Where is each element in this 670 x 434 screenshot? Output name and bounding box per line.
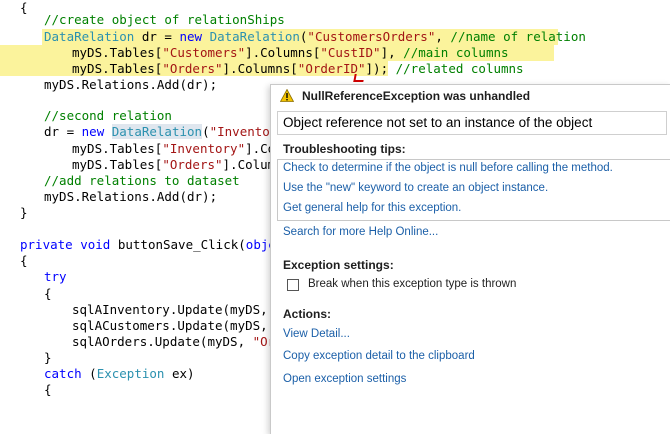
tip-link-null-check[interactable]: Check to determine if the object is null… [283, 162, 613, 174]
exception-message: Object reference not set to an instance … [283, 115, 593, 130]
exception-helper-popup[interactable]: NullReferenceException was unhandled Obj… [270, 84, 670, 434]
code-line: //add relations to dataset [44, 173, 240, 188]
current-statement-line: myDS.Tables["Orders"].Columns["OrderID"]… [0, 61, 524, 77]
code-line: { [44, 382, 52, 397]
troubleshooting-title: Troubleshooting tips: [283, 142, 406, 156]
search-help-online-link[interactable]: Search for more Help Online... [283, 226, 438, 238]
code-line: { [20, 253, 28, 268]
code-line: sqlAInventory.Update(myDS, "I [72, 302, 290, 317]
warning-icon [280, 89, 294, 102]
exception-title-bar[interactable]: NullReferenceException was unhandled [271, 85, 670, 107]
code-line: catch (Exception ex) [44, 366, 195, 381]
exception-message-box[interactable]: Object reference not set to an instance … [277, 111, 667, 135]
exception-title: NullReferenceException was unhandled [302, 89, 531, 103]
code-line: } [44, 350, 52, 365]
code-line: //create object of relationShips [44, 12, 285, 27]
break-when-thrown-label[interactable]: Break when this exception type is thrown [308, 278, 516, 290]
current-statement-line: DataRelation dr = new DataRelation("Cust… [42, 29, 586, 45]
code-line: myDS.Relations.Add(dr); [44, 77, 218, 92]
code-line: } [20, 205, 28, 220]
code-line: try [44, 269, 67, 284]
code-line: private void buttonSave_Click(object [20, 237, 291, 252]
tip-link-general-help[interactable]: Get general help for this exception. [283, 202, 461, 214]
open-exception-settings-link[interactable]: Open exception settings [283, 373, 406, 385]
code-line: sqlAOrders.Update(myDS, "Orde [72, 334, 290, 349]
exception-settings-title: Exception settings: [283, 258, 394, 272]
view-detail-link[interactable]: View Detail... [283, 328, 350, 340]
current-statement-line: myDS.Tables["Customers"].Columns["CustID… [0, 45, 554, 61]
tip-link-new-keyword[interactable]: Use the "new" keyword to create an objec… [283, 182, 548, 194]
code-line: //second relation [44, 108, 172, 123]
code-line: myDS.Tables["Inventory"].Colu [72, 141, 291, 156]
error-squiggle-marker [353, 74, 365, 82]
code-line: sqlACustomers.Update(myDS, "C [72, 318, 290, 333]
troubleshooting-tips-list: Check to determine if the object is null… [277, 159, 670, 221]
code-line: dr = new DataRelation("InventoryC [44, 124, 293, 139]
actions-title: Actions: [283, 307, 331, 321]
code-line: myDS.Relations.Add(dr); [44, 189, 218, 204]
code-line: { [44, 286, 52, 301]
break-when-thrown-checkbox[interactable] [287, 279, 299, 291]
code-line: { [20, 0, 28, 15]
copy-exception-detail-link[interactable]: Copy exception detail to the clipboard [283, 350, 475, 362]
code-line: myDS.Tables["Orders"].Columns [72, 157, 291, 172]
